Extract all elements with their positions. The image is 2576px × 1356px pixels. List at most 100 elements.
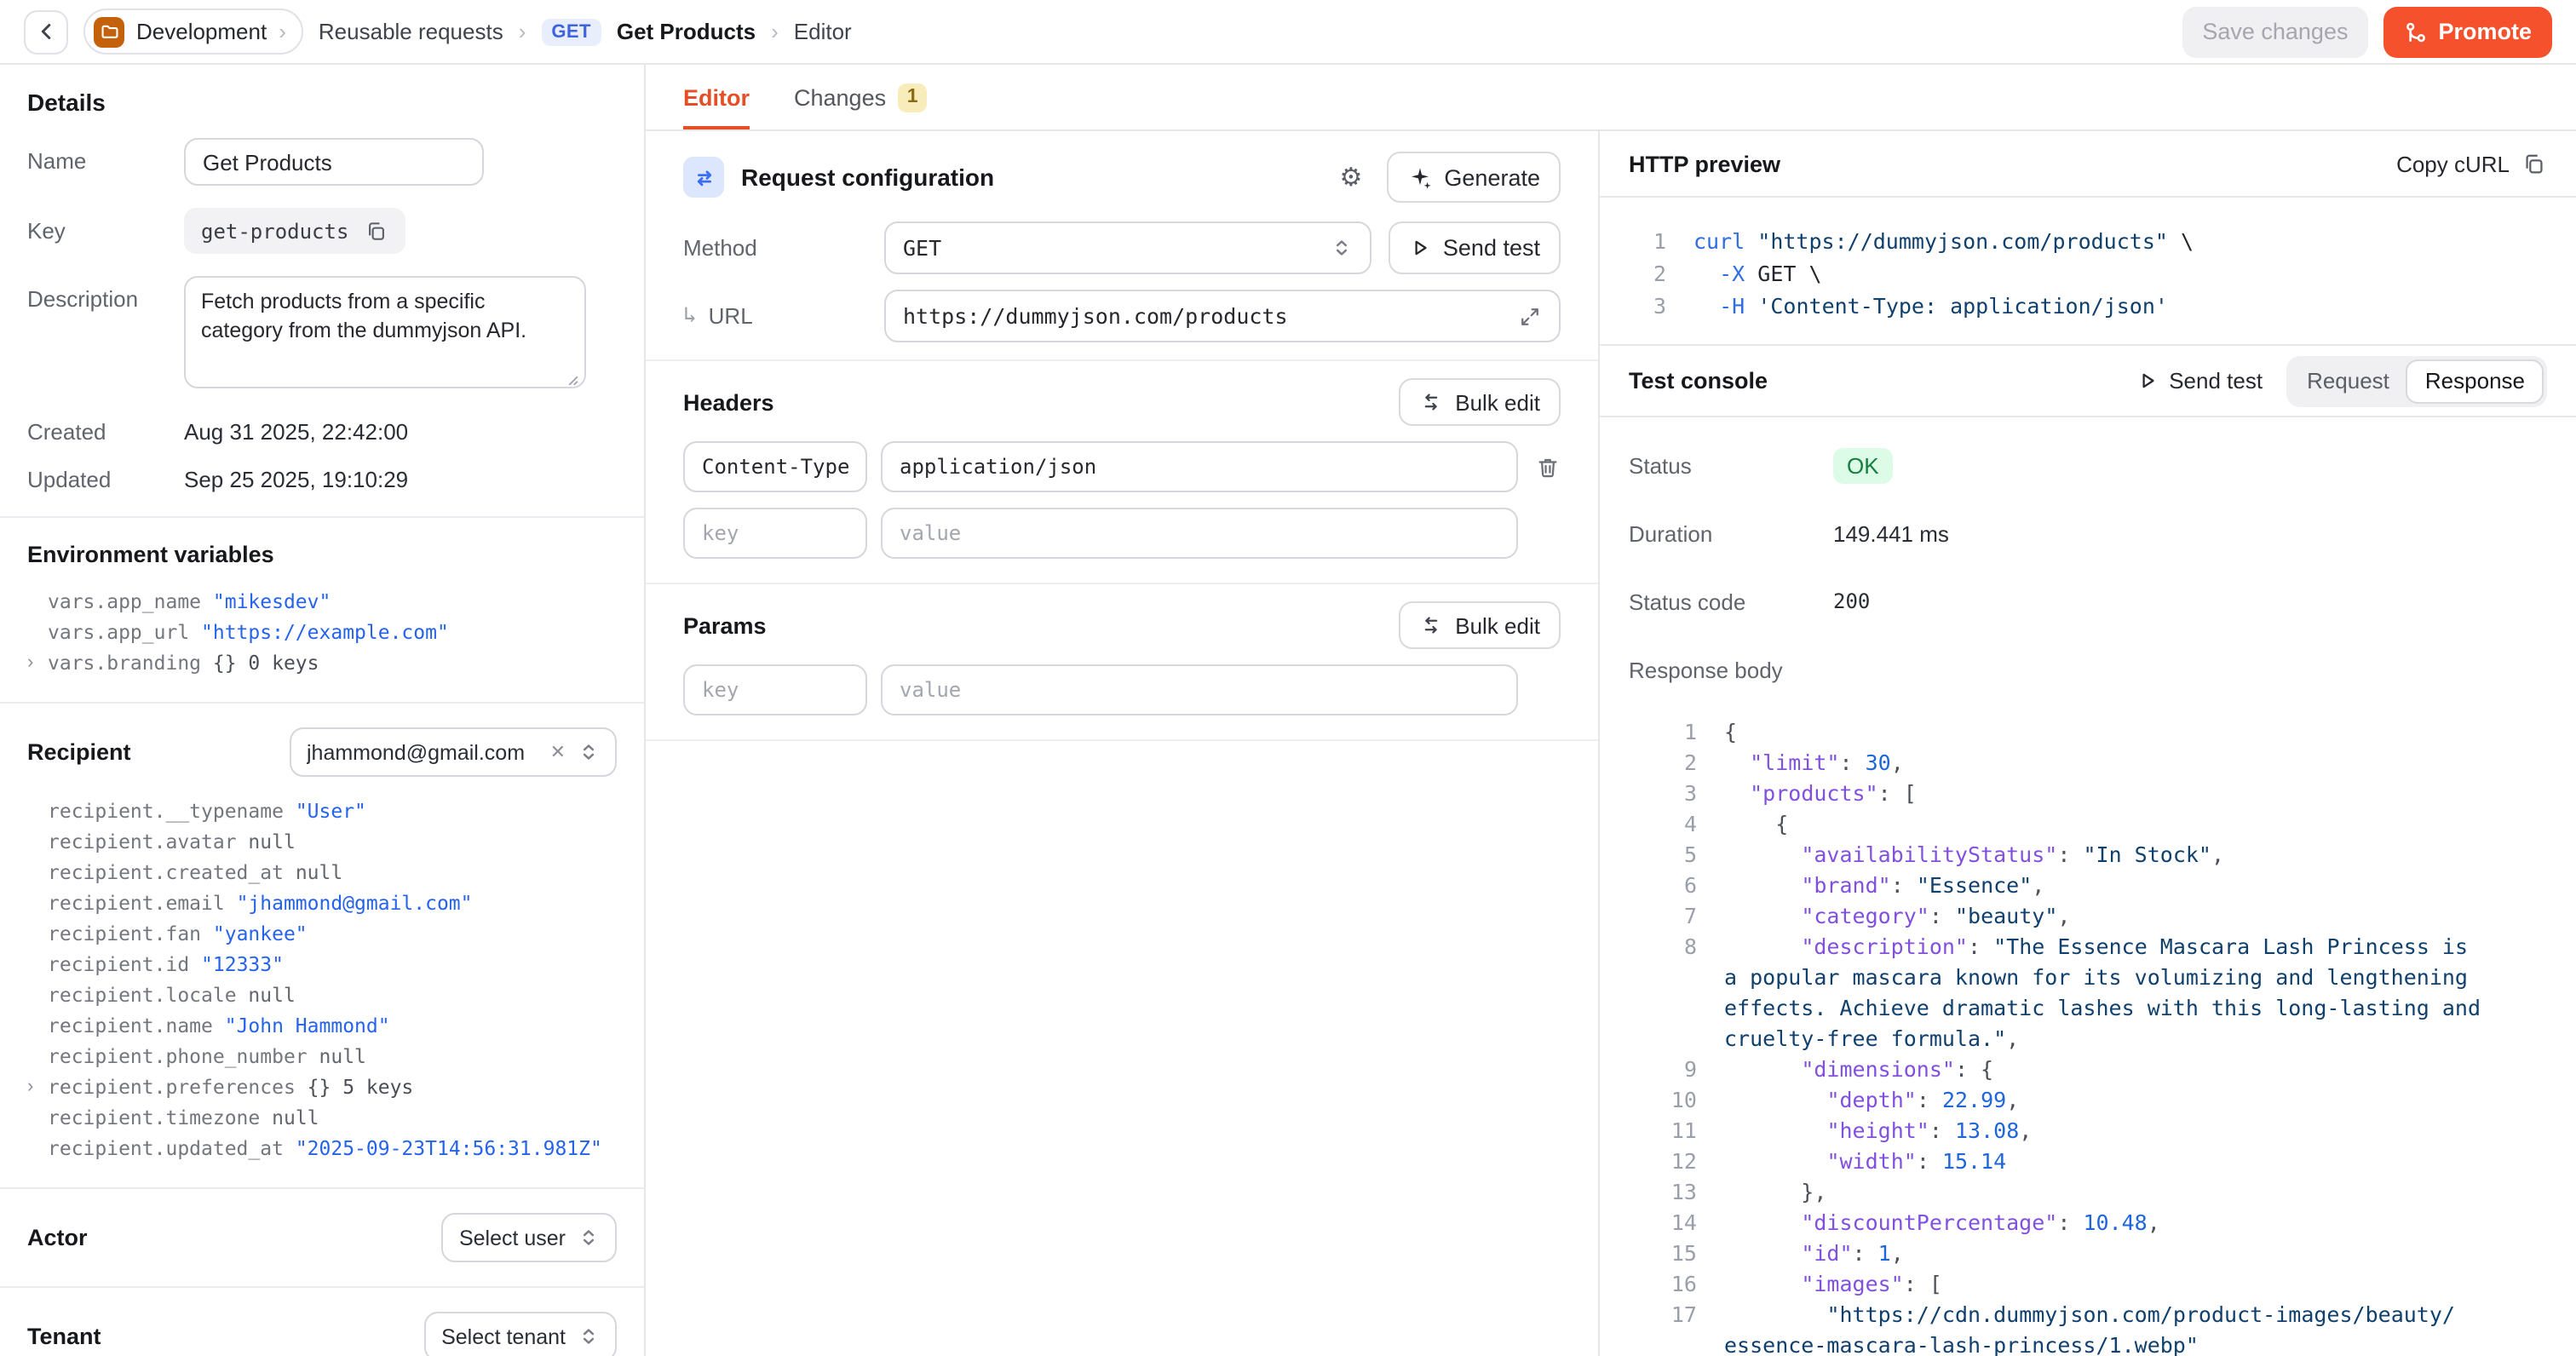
recipient-prop-row: recipient.locale null — [27, 980, 617, 1010]
key-value-pill: get-products — [184, 208, 405, 254]
method-label: Method — [683, 235, 884, 261]
name-label: Name — [27, 138, 184, 186]
folder-icon — [94, 16, 124, 47]
breadcrumb-request-name[interactable]: Get Products — [617, 19, 756, 44]
recipient-prop-row: recipient.phone_number null — [27, 1041, 617, 1072]
generate-button[interactable]: Generate — [1386, 152, 1561, 203]
code-line: effects. Achieve dramatic lashes with th… — [1653, 993, 2547, 1024]
env-vars-title: Environment variables — [27, 542, 617, 567]
tenant-select[interactable]: Select tenant — [424, 1312, 617, 1356]
play-icon — [2136, 370, 2159, 392]
method-select[interactable]: GET — [884, 221, 1371, 274]
details-title: Details — [27, 89, 617, 116]
recipient-prop-row[interactable]: ›recipient.preferences {} 5 keys — [27, 1072, 617, 1102]
preview-panel: HTTP preview Copy cURL 1curl "https://du… — [1600, 131, 2576, 1356]
console-send-test-button[interactable]: Send test — [2136, 368, 2263, 394]
recipient-prop-row: recipient.__typename "User" — [27, 796, 617, 826]
env-var-row[interactable]: ›vars.branding {} 0 keys — [27, 647, 617, 678]
expand-chevron-icon[interactable]: › — [27, 647, 33, 678]
env-vars-list: vars.app_name "mikesdev"vars.app_url "ht… — [27, 586, 617, 678]
recipient-prop-row: recipient.avatar null — [27, 826, 617, 857]
param-key-input[interactable] — [683, 664, 867, 715]
header-value-input[interactable] — [881, 441, 1518, 492]
breadcrumb-separator: › — [771, 19, 779, 44]
headers-bulk-edit-button[interactable]: Bulk edit — [1399, 378, 1561, 426]
url-input[interactable] — [903, 303, 1504, 329]
chevron-updown-icon — [1331, 237, 1353, 259]
tenant-label: Tenant — [27, 1324, 101, 1349]
params-title: Params — [683, 612, 767, 638]
environment-name: Development — [136, 19, 267, 44]
code-line: 3 "products": [ — [1653, 779, 2547, 809]
updated-value: Sep 25 2025, 19:10:29 — [184, 467, 408, 492]
name-input[interactable] — [184, 138, 484, 186]
back-button[interactable] — [24, 9, 68, 54]
chevron-updown-icon — [578, 1227, 600, 1249]
code-line: 14 "discountPercentage": 10.48, — [1653, 1208, 2547, 1238]
code-line: 5 "availabilityStatus": "In Stock", — [1653, 840, 2547, 870]
gear-icon[interactable]: ⚙ — [1340, 162, 1363, 192]
env-var-row: vars.app_url "https://example.com" — [27, 617, 617, 647]
promote-button[interactable]: Promote — [2383, 6, 2552, 57]
actor-label: Actor — [27, 1225, 88, 1250]
details-sidebar: Details Name Key get-products Descriptio… — [0, 65, 646, 1356]
updated-label: Updated — [27, 467, 184, 492]
recipient-select[interactable]: jhammond@gmail.com ✕ — [290, 727, 617, 777]
status-code-value: 200 — [1833, 589, 1870, 613]
code-line: 1curl "https://dummyjson.com/products" \ — [1629, 225, 2547, 257]
send-test-button[interactable]: Send test — [1389, 221, 1561, 274]
toggle-request[interactable]: Request — [2290, 359, 2406, 403]
key-label: Key — [27, 208, 184, 254]
tab-editor[interactable]: Editor — [683, 65, 750, 129]
recipient-prop-row: recipient.fan "yankee" — [27, 918, 617, 949]
code-line: 2 -X GET \ — [1629, 257, 2547, 290]
breadcrumb-editor: Editor — [794, 19, 852, 44]
duration-value: 149.441 ms — [1833, 520, 1949, 546]
sparkles-icon — [1406, 164, 1432, 190]
request-response-toggle: Request Response — [2286, 355, 2547, 406]
copy-icon[interactable] — [364, 219, 388, 243]
code-line: 6 "brand": "Essence", — [1653, 870, 2547, 901]
chevron-updown-icon — [578, 1325, 600, 1347]
play-icon — [1409, 237, 1431, 259]
params-bulk-edit-button[interactable]: Bulk edit — [1399, 601, 1561, 649]
created-label: Created — [27, 419, 184, 445]
code-line: 2 "limit": 30, — [1653, 748, 2547, 779]
code-line: 16 "images": [ — [1653, 1269, 2547, 1300]
return-arrow-icon: ↳ — [683, 303, 697, 329]
request-editor-column: Request configuration ⚙ Generate Method — [646, 131, 1600, 1356]
status-label: Status — [1629, 452, 1833, 478]
toggle-response[interactable]: Response — [2406, 359, 2544, 403]
app-window: Development › Reusable requests › GET Ge… — [0, 0, 2576, 1356]
request-config-title: Request configuration — [741, 164, 1323, 191]
recipient-prop-row: recipient.email "jhammond@gmail.com" — [27, 888, 617, 918]
header-key-input-empty[interactable] — [683, 508, 867, 559]
copy-curl-button[interactable]: Copy cURL — [2396, 151, 2547, 176]
expand-chevron-icon[interactable]: › — [27, 1072, 33, 1102]
header-key-input[interactable] — [683, 441, 867, 492]
actor-select[interactable]: Select user — [442, 1213, 617, 1262]
http-preview-title: HTTP preview — [1629, 151, 1780, 176]
save-changes-button[interactable]: Save changes — [2182, 6, 2368, 57]
created-value: Aug 31 2025, 22:42:00 — [184, 419, 408, 445]
top-toolbar: Development › Reusable requests › GET Ge… — [0, 0, 2576, 65]
code-line: 7 "category": "beauty", — [1653, 901, 2547, 932]
code-line: 12 "width": 15.14 — [1653, 1146, 2547, 1177]
breadcrumb-requests[interactable]: Reusable requests — [319, 19, 503, 44]
chevron-right-icon: › — [279, 19, 286, 44]
tab-changes[interactable]: Changes 1 — [794, 65, 927, 129]
promote-branch-icon — [2404, 20, 2428, 43]
code-line: 3 -H 'Content-Type: application/json' — [1629, 290, 2547, 322]
request-swap-icon — [683, 157, 724, 198]
description-textarea[interactable]: Fetch products from a specific category … — [184, 276, 586, 388]
recipient-prop-row: recipient.created_at null — [27, 857, 617, 888]
expand-icon[interactable] — [1518, 304, 1542, 328]
duration-label: Duration — [1629, 520, 1833, 546]
clear-icon[interactable]: ✕ — [550, 741, 566, 763]
environment-switcher[interactable]: Development › — [83, 9, 303, 55]
code-line: cruelty-free formula.", — [1653, 1024, 2547, 1054]
trash-icon[interactable] — [1535, 454, 1561, 480]
param-value-input[interactable] — [881, 664, 1518, 715]
url-label: URL — [709, 303, 753, 329]
header-value-input-empty[interactable] — [881, 508, 1518, 559]
